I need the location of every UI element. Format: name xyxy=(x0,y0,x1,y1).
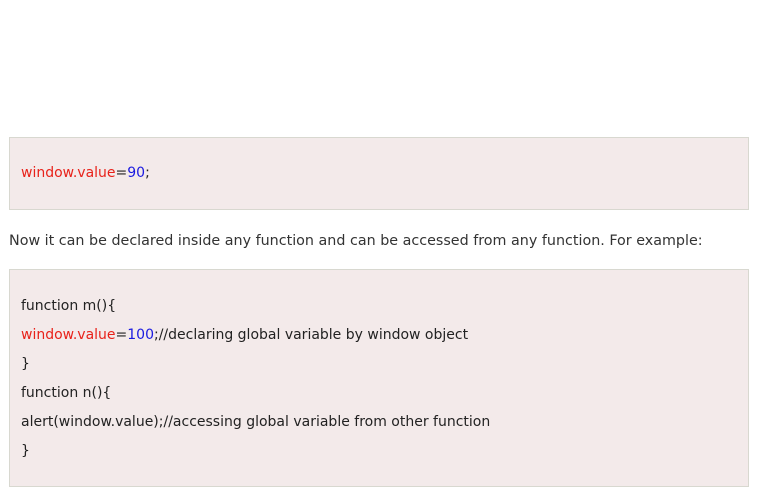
code-block-functions: function m(){ window.value=100;//declari… xyxy=(9,269,749,487)
code-number: 90 xyxy=(127,165,146,181)
code-semicolon: ; xyxy=(145,165,150,181)
code-line: window.value=90; xyxy=(21,164,150,182)
code-operator: = xyxy=(115,327,128,343)
code-comment: ;//declaring global variable by window o… xyxy=(154,327,469,343)
code-object-name: window.value xyxy=(21,165,116,181)
code-line-function-m: function m(){ xyxy=(21,298,117,314)
explanation-paragraph: Now it can be declared inside any functi… xyxy=(9,233,703,249)
code-line-alert: alert(window.value);//accessing global v… xyxy=(21,414,491,430)
code-line-function-n: function n(){ xyxy=(21,385,112,401)
code-object-name: window.value xyxy=(21,327,116,343)
code-line-declare-global: window.value=100;//declaring global vari… xyxy=(21,326,468,344)
code-line-close-brace: } xyxy=(21,356,30,372)
code-block-window-value: window.value=90; xyxy=(9,137,749,210)
code-line-close-brace: } xyxy=(21,443,30,459)
code-operator: = xyxy=(115,165,128,181)
code-number: 100 xyxy=(127,327,154,343)
